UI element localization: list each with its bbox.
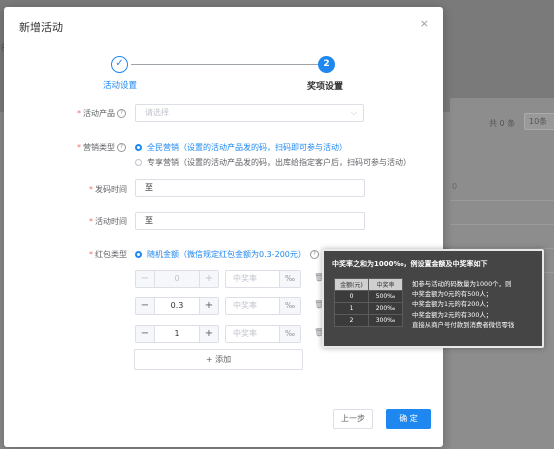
code-time-range-input[interactable]: 至 [135,179,365,197]
background-pager-size: 10条 [524,113,554,130]
marketing-type-label: * 营销类型? [77,142,126,153]
redpacket-type-label: * 红包类型 [89,250,127,259]
minus-button[interactable]: − [136,326,155,342]
background-table-row: 0 [450,176,554,201]
product-label: * 活动产品? [77,108,126,119]
dialog-title: 新增活动 [19,21,63,34]
step-1-label: 活动设置 [103,81,138,91]
plus-button[interactable]: + [199,271,218,287]
rate-help-tooltip: 中奖率之和为1000‰，例设置金额及中奖率如下 金额(元) 中奖率 0 500‰… [322,249,544,348]
table-header: 中奖率 [368,278,403,291]
activity-time-range-input[interactable]: 至 [135,212,365,230]
step-2-indicator: 2 [318,56,335,73]
radio-random-amount[interactable]: 随机金额（微信规定红包金额为0.3-200元）? [135,249,319,260]
radio-unselected-icon [135,159,142,166]
previous-step-button[interactable]: 上一步 [333,409,373,429]
tooltip-explanation: 如参与活动的码数量为1000个，则 中奖金额为0元的有500人； 中奖金额为1元… [412,280,515,329]
add-row-button[interactable]: + 添加 [134,349,303,370]
background-row-value: 0 [452,182,458,191]
step-connector [131,64,318,65]
minus-button[interactable]: − [136,298,155,314]
step-2-label: 奖项设置 [307,82,344,92]
rate-input[interactable]: 中奖率 ‰ [225,297,301,315]
plus-button[interactable]: + [199,326,218,342]
amount-stepper[interactable]: − 0 + [135,270,219,288]
background-pager-total: 共 0 条 [489,119,516,128]
help-icon[interactable]: ? [117,143,126,152]
help-icon[interactable]: ? [309,250,319,259]
activity-time-label: * 活动时间 [89,217,127,226]
table-row: 1 200‰ [334,302,403,315]
table-row: 0 500‰ [334,290,403,303]
step-1-check-icon: ✓ [111,56,128,73]
table-header: 金额(元) [334,278,369,291]
tooltip-example-table: 金额(元) 中奖率 0 500‰ 1 200‰ 2 300‰ [334,278,403,327]
radio-exclusive-marketing[interactable]: 专享营销（设置的活动产品发的码，出库给指定客户后，扫码可参与活动） [135,157,411,168]
radio-selected-icon [135,144,142,151]
rate-input[interactable]: 中奖率 ‰ [225,325,301,343]
tooltip-title: 中奖率之和为1000‰，例设置金额及中奖率如下 [332,260,488,268]
table-row: 2 300‰ [334,314,403,327]
close-icon[interactable]: × [420,17,429,30]
code-time-label: * 发码时间 [89,185,127,194]
minus-button[interactable]: − [136,271,155,287]
rate-input[interactable]: 中奖率 ‰ [225,270,301,288]
confirm-button[interactable]: 确 定 [386,409,431,429]
radio-all-marketing[interactable]: 全民营销（设置的活动产品发的码，扫码即可参与活动） [135,142,347,153]
product-select[interactable]: 请选择 ⌵ [135,104,364,122]
chevron-down-icon: ⌵ [350,108,357,117]
background-table-row [450,224,554,249]
plus-button[interactable]: + [199,298,218,314]
amount-stepper[interactable]: − 1 + [135,325,219,343]
background-table-row [450,200,554,225]
amount-stepper[interactable]: − 0.3 + [135,297,219,315]
help-icon[interactable]: ? [117,109,126,118]
new-activity-dialog: 新增活动 × ✓ 2 活动设置 奖项设置 * 活动产品? 请选择 ⌵ * 营销类型?… [4,7,443,447]
background-pager-size-label: 10条 [529,117,548,126]
radio-selected-icon [135,251,142,258]
